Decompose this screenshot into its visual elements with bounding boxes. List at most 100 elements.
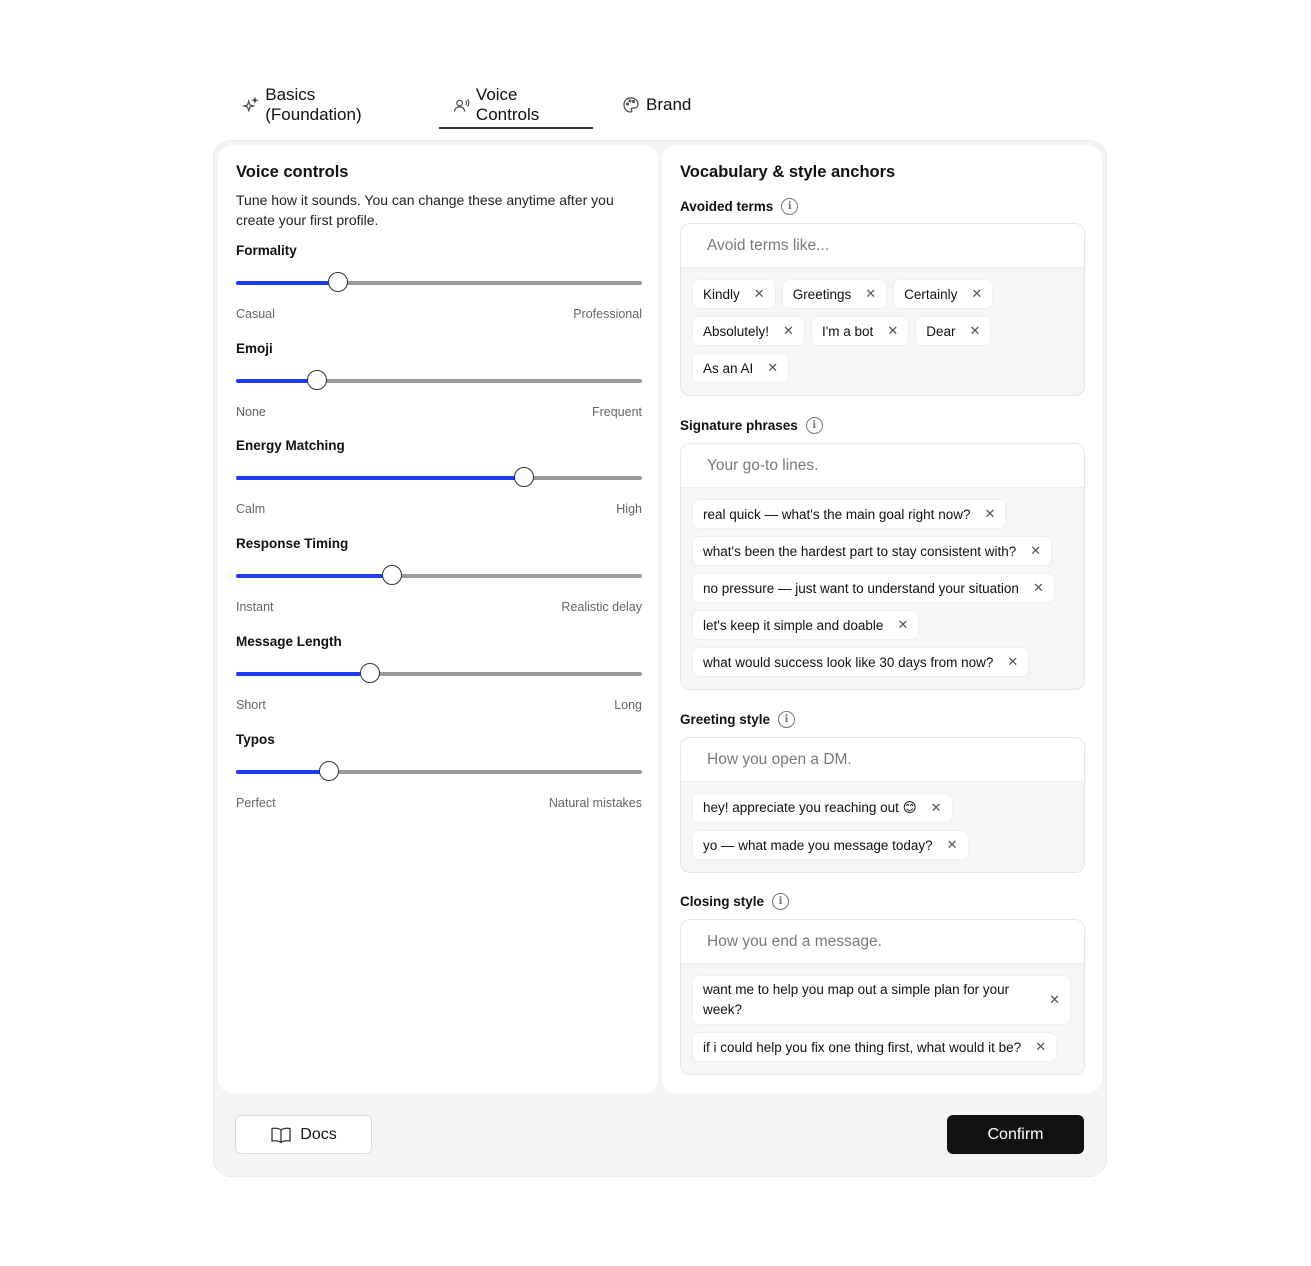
- avoided-terms-label: Avoided terms i: [680, 198, 799, 215]
- slider-label: Formality: [236, 243, 297, 258]
- chip: yo — what made you message today? ✕: [693, 831, 968, 859]
- close-icon[interactable]: ✕: [984, 506, 995, 522]
- slider-max-label: Frequent: [591, 405, 642, 419]
- message-length-slider: Message Length Short Long: [236, 634, 642, 712]
- closing-style-box: How you end a message. want me to help y…: [680, 919, 1085, 1075]
- response-timing-slider: Response Timing Instant Realistic delay: [236, 536, 642, 614]
- slider-thumb[interactable]: [514, 467, 535, 487]
- signature-phrases-chips: real quick — what's the main goal right …: [681, 488, 1084, 689]
- chip: let's keep it simple and doable ✕: [693, 611, 919, 639]
- slider-thumb[interactable]: [359, 663, 380, 683]
- closing-style-input[interactable]: How you end a message.: [681, 920, 1084, 964]
- slider-label: Energy Matching: [236, 438, 345, 453]
- close-icon[interactable]: ✕: [754, 286, 765, 302]
- slider-fill: [236, 574, 393, 578]
- signature-phrases-box: Your go-to lines. real quick — what's th…: [680, 443, 1085, 690]
- typos-slider: Typos Perfect Natural mistakes: [236, 732, 642, 810]
- close-icon[interactable]: ✕: [767, 360, 778, 376]
- vocabulary-panel: Vocabulary & style anchors Avoided terms…: [662, 145, 1102, 1093]
- docs-button[interactable]: Docs: [235, 1115, 372, 1154]
- info-icon[interactable]: i: [778, 711, 796, 728]
- chip-label: Dear: [926, 323, 956, 339]
- avoided-terms-box: Avoid terms like... Kindly ✕ Greetings ✕ C…: [680, 223, 1085, 396]
- slider-label: Message Length: [236, 634, 342, 649]
- greeting-style-chips: hey! appreciate you reaching out 😊 ✕ yo —…: [681, 782, 1084, 872]
- settings-frame: Voice controls Tune how it sounds. You c…: [213, 140, 1107, 1177]
- close-icon[interactable]: ✕: [897, 617, 908, 633]
- info-icon[interactable]: i: [781, 198, 799, 215]
- docs-button-label: Docs: [300, 1125, 337, 1143]
- greeting-style-input[interactable]: How you open a DM.: [681, 738, 1084, 782]
- slider-track[interactable]: [236, 663, 642, 683]
- chip: real quick — what's the main goal right …: [693, 500, 1006, 528]
- close-icon[interactable]: ✕: [1007, 654, 1018, 670]
- info-icon[interactable]: i: [805, 417, 823, 434]
- close-icon[interactable]: ✕: [1035, 1039, 1046, 1055]
- tab-voice-controls-label: Voice Controls: [475, 85, 540, 124]
- formality-slider: Formality Casual Professional: [236, 243, 642, 321]
- slider-min-label: Short: [236, 698, 266, 712]
- chip-label: if i could help you fix one thing first,…: [703, 1039, 1022, 1055]
- chip-label: what's been the hardest part to stay con…: [703, 543, 1017, 559]
- slider-max-label: Long: [614, 698, 642, 712]
- slider-max-label: Realistic delay: [561, 600, 642, 614]
- slider-thumb[interactable]: [327, 272, 348, 292]
- close-icon[interactable]: ✕: [1049, 990, 1060, 1010]
- slider-track[interactable]: [236, 370, 642, 390]
- tab-voice-controls[interactable]: Voice Controls: [439, 82, 593, 129]
- close-icon[interactable]: ✕: [947, 837, 958, 853]
- close-icon[interactable]: ✕: [1033, 580, 1044, 596]
- signature-phrases-label: Signature phrases i: [680, 417, 823, 434]
- greeting-style-box: How you open a DM. hey! appreciate you r…: [680, 737, 1085, 873]
- close-icon[interactable]: ✕: [865, 286, 876, 302]
- close-icon[interactable]: ✕: [971, 286, 982, 302]
- chip: if i could help you fix one thing first,…: [693, 1033, 1057, 1061]
- slider-track[interactable]: [236, 761, 642, 781]
- slider-fill: [236, 281, 338, 285]
- greeting-style-label-text: Greeting style: [680, 712, 771, 727]
- signature-phrases-label-text: Signature phrases: [680, 418, 798, 433]
- tab-basics-label: Basics (Foundation): [265, 85, 362, 124]
- energy-matching-slider: Energy Matching Calm High: [236, 438, 642, 516]
- info-icon[interactable]: i: [772, 893, 790, 910]
- tab-basics[interactable]: Basics (Foundation): [228, 82, 424, 128]
- chip: Kindly ✕: [693, 280, 775, 308]
- slider-max-label: Professional: [573, 307, 642, 321]
- chip: what would success look like 30 days fro…: [693, 648, 1029, 676]
- book-icon: [271, 1127, 291, 1143]
- signature-phrases-input[interactable]: Your go-to lines.: [681, 444, 1084, 488]
- slider-thumb[interactable]: [319, 761, 340, 781]
- confirm-button[interactable]: Confirm: [947, 1115, 1084, 1154]
- close-icon[interactable]: ✕: [1030, 543, 1041, 559]
- slider-track[interactable]: [236, 272, 642, 292]
- chip-label: As an AI: [703, 360, 754, 376]
- slider-fill: [236, 770, 330, 774]
- close-icon[interactable]: ✕: [931, 800, 942, 816]
- slider-thumb[interactable]: [382, 565, 403, 585]
- chip: I'm a bot ✕: [811, 317, 909, 345]
- close-icon[interactable]: ✕: [783, 323, 794, 339]
- emoji-slider: Emoji None Frequent: [236, 341, 642, 419]
- slider-track[interactable]: [236, 467, 642, 487]
- chip: no pressure — just want to understand yo…: [693, 574, 1054, 602]
- chip-label: yo — what made you message today?: [703, 837, 933, 853]
- slider-max-label: High: [616, 502, 642, 516]
- slider-label: Emoji: [236, 341, 273, 356]
- slider-track[interactable]: [236, 565, 642, 585]
- close-icon[interactable]: ✕: [969, 323, 980, 339]
- tab-brand[interactable]: Brand: [608, 82, 705, 128]
- close-icon[interactable]: ✕: [887, 323, 898, 339]
- chip: Absolutely! ✕: [693, 317, 804, 345]
- slider-thumb[interactable]: [307, 370, 328, 390]
- tab-bar: Basics (Foundation) Voice Controls Brand: [228, 82, 705, 130]
- closing-style-label: Closing style i: [680, 893, 790, 910]
- chip-label: Kindly: [703, 286, 740, 302]
- slider-min-label: Perfect: [236, 796, 276, 810]
- chip: Certainly ✕: [894, 280, 993, 308]
- avoided-terms-input[interactable]: Avoid terms like...: [681, 224, 1084, 268]
- chip-label: real quick — what's the main goal right …: [703, 506, 971, 522]
- chip-label: hey! appreciate you reaching out 😊: [703, 800, 917, 815]
- chip: Greetings ✕: [782, 280, 887, 308]
- slider-fill: [236, 476, 525, 480]
- chip: want me to help you map out a simple pla…: [693, 976, 1070, 1024]
